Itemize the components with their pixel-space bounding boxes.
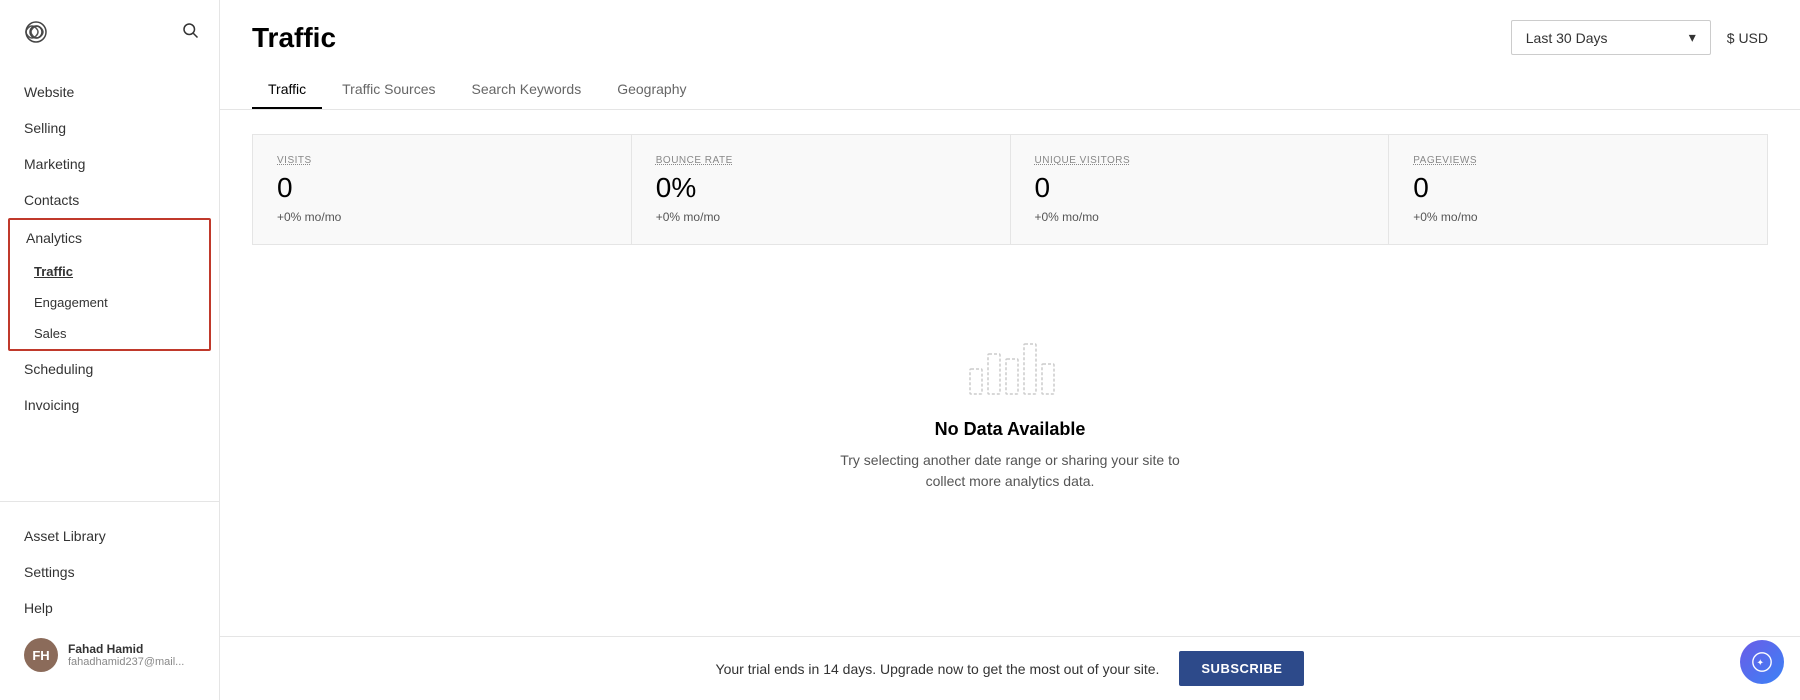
sidebar-item-contacts[interactable]: Contacts: [0, 182, 219, 218]
empty-state-subtitle: Try selecting another date range or shar…: [840, 450, 1180, 492]
tab-search-keywords[interactable]: Search Keywords: [456, 71, 598, 109]
trial-message: Your trial ends in 14 days. Upgrade now …: [716, 661, 1160, 677]
analytics-section: Analytics Traffic Engagement Sales: [8, 218, 211, 351]
currency-label: $ USD: [1727, 30, 1768, 46]
sidebar-item-invoicing[interactable]: Invoicing: [0, 387, 219, 423]
main-content: Traffic Last 30 Days ▾ $ USD Traffic Tra…: [220, 0, 1800, 700]
date-selector[interactable]: Last 30 Days ▾: [1511, 20, 1711, 55]
user-name: Fahad Hamid: [68, 642, 184, 656]
stat-pageviews: PAGEVIEWS 0 +0% mo/mo: [1389, 135, 1767, 244]
sidebar-nav: Website Selling Marketing Contacts Analy…: [0, 64, 219, 501]
header-top: Traffic Last 30 Days ▾ $ USD: [252, 20, 1768, 55]
sidebar: Website Selling Marketing Contacts Analy…: [0, 0, 220, 700]
stat-visits: VISITS 0 +0% mo/mo: [253, 135, 632, 244]
sidebar-item-settings[interactable]: Settings: [0, 554, 219, 590]
stat-unique-visitors-change: +0% mo/mo: [1035, 210, 1365, 224]
chevron-down-icon: ▾: [1689, 29, 1696, 46]
sidebar-sub-item-sales[interactable]: Sales: [10, 318, 209, 349]
tabs: Traffic Traffic Sources Search Keywords …: [252, 71, 1768, 109]
tab-geography[interactable]: Geography: [601, 71, 702, 109]
sidebar-item-website[interactable]: Website: [0, 74, 219, 110]
user-info: Fahad Hamid fahadhamid237@mail...: [68, 642, 184, 668]
sidebar-item-help[interactable]: Help: [0, 590, 219, 626]
sidebar-item-marketing[interactable]: Marketing: [0, 146, 219, 182]
avatar-initials: FH: [32, 648, 49, 663]
avatar: FH: [24, 638, 58, 672]
stat-unique-visitors-label: UNIQUE VISITORS: [1035, 155, 1365, 166]
empty-state-title: No Data Available: [935, 419, 1086, 440]
tab-traffic-sources[interactable]: Traffic Sources: [326, 71, 451, 109]
stat-visits-value: 0: [277, 172, 607, 204]
stat-bounce-rate-change: +0% mo/mo: [656, 210, 986, 224]
stat-pageviews-change: +0% mo/mo: [1413, 210, 1743, 224]
sidebar-item-analytics[interactable]: Analytics: [10, 220, 209, 256]
stat-bounce-rate-label: BOUNCE RATE: [656, 155, 986, 166]
stat-visits-change: +0% mo/mo: [277, 210, 607, 224]
empty-state: No Data Available Try selecting another …: [252, 269, 1768, 552]
stat-unique-visitors-value: 0: [1035, 172, 1365, 204]
chat-bubble[interactable]: ✦: [1740, 640, 1784, 684]
stat-bounce-rate: BOUNCE RATE 0% +0% mo/mo: [632, 135, 1011, 244]
subscribe-button[interactable]: SUBSCRIBE: [1179, 651, 1304, 686]
tab-traffic[interactable]: Traffic: [252, 71, 322, 109]
sidebar-sub-item-traffic[interactable]: Traffic: [10, 256, 209, 287]
header-right: Last 30 Days ▾ $ USD: [1511, 20, 1768, 55]
bottom-banner: Your trial ends in 14 days. Upgrade now …: [220, 636, 1800, 700]
stat-pageviews-value: 0: [1413, 172, 1743, 204]
user-email: fahadhamid237@mail...: [68, 656, 184, 668]
stat-pageviews-label: PAGEVIEWS: [1413, 155, 1743, 166]
date-selector-label: Last 30 Days: [1526, 30, 1608, 46]
squarespace-logo[interactable]: [20, 16, 52, 48]
content-area: VISITS 0 +0% mo/mo BOUNCE RATE 0% +0% mo…: [220, 110, 1800, 636]
stat-bounce-rate-value: 0%: [656, 172, 986, 204]
stats-bar: VISITS 0 +0% mo/mo BOUNCE RATE 0% +0% mo…: [252, 134, 1768, 245]
sidebar-item-scheduling[interactable]: Scheduling: [0, 351, 219, 387]
user-section[interactable]: FH Fahad Hamid fahadhamid237@mail...: [0, 626, 219, 684]
sidebar-top: [0, 0, 219, 64]
stat-visits-label: VISITS: [277, 155, 607, 166]
sidebar-item-asset-library[interactable]: Asset Library: [0, 518, 219, 554]
stat-unique-visitors: UNIQUE VISITORS 0 +0% mo/mo: [1011, 135, 1390, 244]
search-icon[interactable]: [181, 21, 199, 44]
sidebar-bottom: Asset Library Settings Help FH Fahad Ham…: [0, 501, 219, 700]
page-title: Traffic: [252, 22, 336, 54]
sidebar-sub-item-engagement[interactable]: Engagement: [10, 287, 209, 318]
svg-text:✦: ✦: [1757, 658, 1765, 668]
empty-chart-icon: [960, 329, 1060, 399]
main-header: Traffic Last 30 Days ▾ $ USD Traffic Tra…: [220, 0, 1800, 110]
sidebar-item-selling[interactable]: Selling: [0, 110, 219, 146]
